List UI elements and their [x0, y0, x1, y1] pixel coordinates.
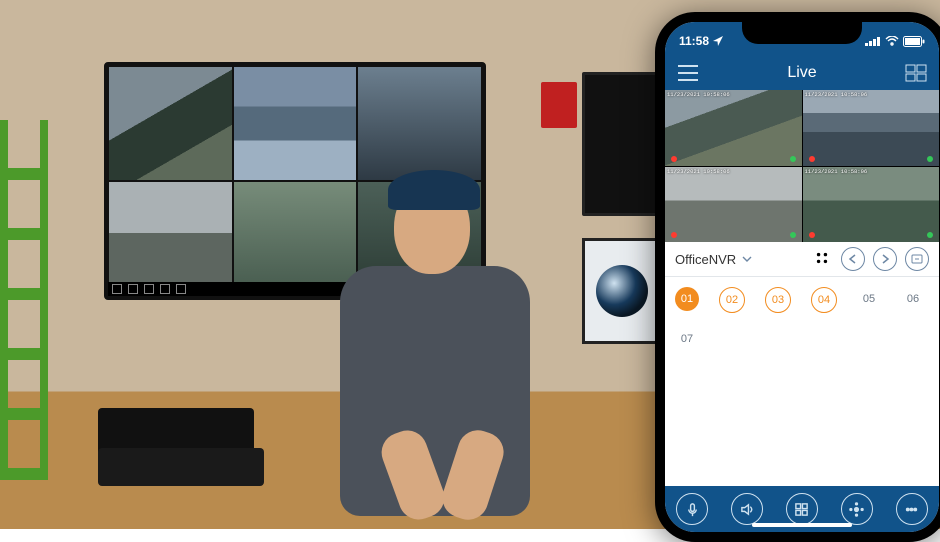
prev-icon[interactable]	[841, 247, 865, 271]
channel-label: 02	[726, 294, 738, 306]
online-indicator-icon	[790, 156, 796, 162]
next-icon[interactable]	[873, 247, 897, 271]
device-selector-label: OfficeNVR	[675, 252, 736, 267]
camera-tile-4[interactable]: 11/23/2021 10:58:06	[803, 167, 940, 243]
nvr-device-stack-lower	[98, 448, 264, 486]
camera-tile-3[interactable]: 11/23/2021 10:58:06	[665, 167, 802, 243]
record-indicator-icon	[671, 232, 677, 238]
channel-label: 05	[863, 293, 875, 305]
battery-icon	[903, 36, 925, 47]
location-arrow-icon	[713, 36, 723, 46]
chevron-down-icon	[742, 254, 752, 264]
record-indicator-icon	[809, 232, 815, 238]
camera-tile-1[interactable]: 11/23/2021 10:58:06	[665, 90, 802, 166]
stream-quality-icon[interactable]	[905, 247, 929, 271]
channel-label: 06	[907, 293, 919, 305]
home-indicator[interactable]	[752, 523, 852, 527]
more-icon[interactable]	[896, 493, 928, 525]
cellular-signal-icon	[865, 36, 881, 46]
phone-notch	[742, 22, 862, 44]
camera-timestamp: 11/23/2021 10:58:06	[667, 91, 730, 98]
camera-grid: 11/23/2021 10:58:06 11/23/2021 10:58:06 …	[665, 90, 939, 242]
camera-timestamp: 11/23/2021 10:58:06	[667, 168, 730, 175]
device-toolbar-row: OfficeNVR	[665, 242, 939, 277]
fire-alarm	[541, 82, 577, 128]
camera-timestamp: 11/23/2021 10:58:06	[805, 91, 868, 98]
channel-chip-03[interactable]: 03	[765, 287, 791, 313]
channel-chip-05[interactable]: 05	[857, 287, 881, 311]
app-header: Live	[665, 56, 939, 90]
header-title: Live	[665, 64, 939, 82]
phone-screen: 11:58 Live 11/23/2021 10:58:06 11/23/202…	[665, 22, 939, 532]
channel-list: 01 02 03 04 05 06 07	[665, 277, 939, 361]
channel-label: 03	[772, 294, 784, 306]
status-time: 11:58	[679, 34, 709, 48]
ladder	[0, 120, 48, 480]
channel-chip-07[interactable]: 07	[675, 327, 699, 351]
layout-switch-button[interactable]	[905, 64, 927, 82]
online-indicator-icon	[790, 232, 796, 238]
grid-icon[interactable]	[786, 493, 818, 525]
camera-tile-2[interactable]: 11/23/2021 10:58:06	[803, 90, 940, 166]
speaker-icon[interactable]	[731, 493, 763, 525]
channel-label: 01	[681, 293, 693, 305]
channel-label: 07	[681, 333, 693, 345]
secondary-monitor	[582, 72, 662, 216]
online-indicator-icon	[927, 232, 933, 238]
grid-view-icon[interactable]	[811, 247, 833, 269]
ptz-icon[interactable]	[841, 493, 873, 525]
online-indicator-icon	[927, 156, 933, 162]
channel-chip-06[interactable]: 06	[901, 287, 925, 311]
channel-label: 04	[818, 294, 830, 306]
camera-timestamp: 11/23/2021 10:58:06	[805, 168, 868, 175]
tablet-display	[582, 238, 662, 344]
channel-chip-01[interactable]: 01	[675, 287, 699, 311]
presenter-person	[330, 170, 540, 530]
wifi-icon	[885, 36, 899, 46]
phone-frame: 11:58 Live 11/23/2021 10:58:06 11/23/202…	[655, 12, 940, 542]
channel-chip-04[interactable]: 04	[811, 287, 837, 313]
record-indicator-icon	[671, 156, 677, 162]
record-indicator-icon	[809, 156, 815, 162]
channel-chip-02[interactable]: 02	[719, 287, 745, 313]
mic-icon[interactable]	[676, 493, 708, 525]
device-selector[interactable]: OfficeNVR	[675, 252, 805, 267]
menu-button[interactable]	[677, 64, 699, 82]
